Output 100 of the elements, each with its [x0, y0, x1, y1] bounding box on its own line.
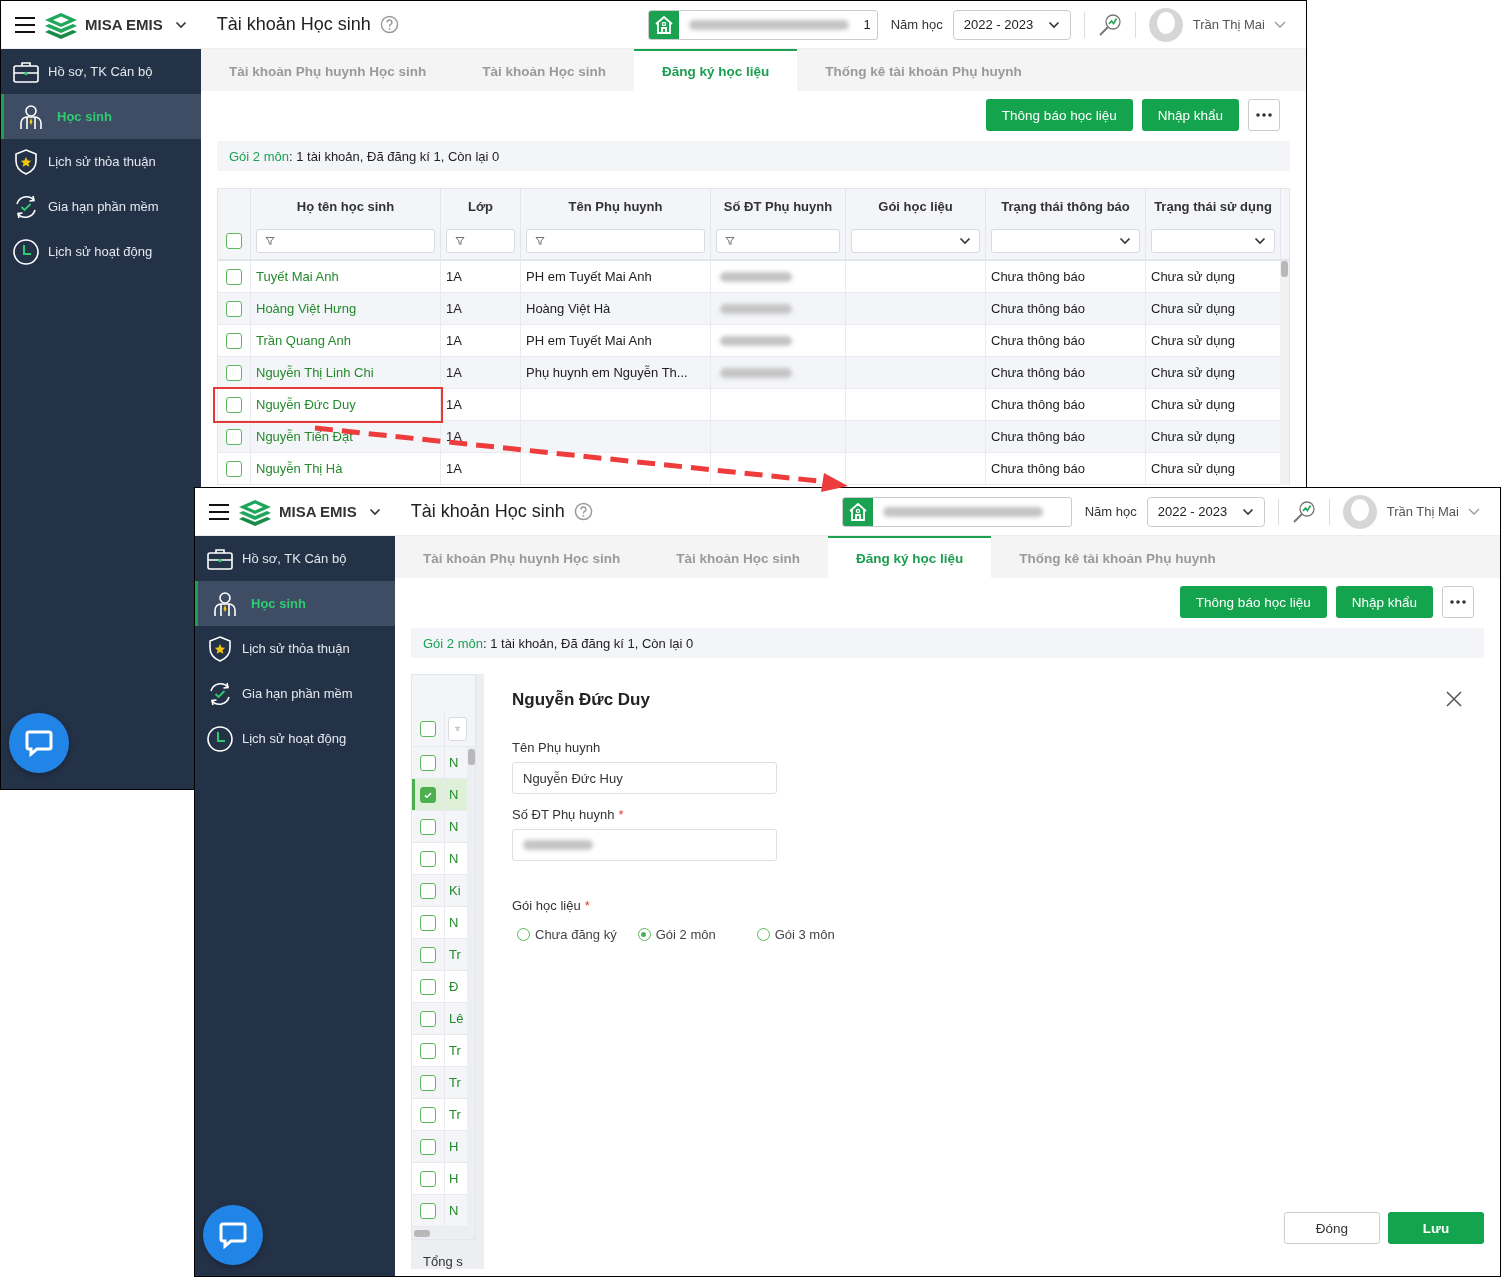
- radio-option[interactable]: Gói 2 môn: [632, 927, 716, 942]
- action-button[interactable]: Nhập khẩu: [1141, 99, 1239, 131]
- scrollbar-thumb[interactable]: [467, 749, 475, 765]
- filter-select[interactable]: [851, 229, 980, 253]
- sidebar-item[interactable]: Hồ sơ, TK Cán bộ: [1, 49, 201, 94]
- year-select[interactable]: 2022 - 2023: [1146, 496, 1265, 527]
- student-name[interactable]: Tr: [449, 1075, 461, 1090]
- student-name[interactable]: Tr: [449, 1043, 461, 1058]
- close-icon[interactable]: [1446, 691, 1462, 707]
- more-button[interactable]: [1248, 99, 1280, 131]
- menu-icon[interactable]: [209, 502, 229, 521]
- student-name[interactable]: N: [449, 819, 459, 834]
- help-icon[interactable]: [573, 502, 593, 521]
- tab[interactable]: Đăng ký học liệu: [634, 49, 798, 91]
- checkbox[interactable]: [420, 914, 436, 931]
- checkbox[interactable]: [420, 850, 436, 867]
- checkbox[interactable]: [420, 946, 436, 963]
- checkbox[interactable]: [226, 364, 242, 381]
- checkbox[interactable]: [420, 720, 436, 737]
- tab[interactable]: Thống kê tài khoản Phụ huynh: [991, 536, 1244, 578]
- student-name[interactable]: Lê: [449, 1011, 464, 1026]
- checkbox[interactable]: [226, 268, 242, 285]
- tab[interactable]: Thống kê tài khoản Phụ huynh: [797, 49, 1050, 91]
- sidebar-item[interactable]: Gia hạn phần mềm: [1, 184, 201, 229]
- student-name[interactable]: N: [449, 851, 459, 866]
- student-name[interactable]: Tuyết Mai Anh: [256, 269, 339, 284]
- checkbox[interactable]: [420, 1106, 436, 1123]
- checkbox[interactable]: [226, 460, 242, 477]
- action-button[interactable]: Nhập khẩu: [1335, 586, 1433, 618]
- more-button[interactable]: [1442, 586, 1474, 618]
- student-name[interactable]: Tr: [449, 947, 461, 962]
- checkbox[interactable]: [420, 1010, 436, 1027]
- checkbox[interactable]: [420, 1042, 436, 1059]
- input-field[interactable]: [512, 829, 777, 861]
- checkbox[interactable]: [226, 428, 242, 445]
- user-name[interactable]: Trần Thị Mai: [1192, 17, 1265, 32]
- tab[interactable]: Tài khoản Học sinh: [454, 49, 635, 91]
- student-name[interactable]: N: [449, 755, 459, 770]
- sidebar-item[interactable]: Gia hạn phần mềm: [195, 671, 395, 716]
- checkbox[interactable]: [420, 754, 436, 771]
- checkbox[interactable]: [226, 233, 242, 249]
- close-button[interactable]: Đóng: [1284, 1212, 1380, 1244]
- scrollbar[interactable]: [1280, 261, 1289, 485]
- tab[interactable]: Tài khoản Phụ huynh Học sinh: [201, 49, 455, 91]
- checkbox[interactable]: [226, 332, 242, 349]
- school-field[interactable]: [841, 496, 1072, 527]
- chat-button[interactable]: [203, 1205, 263, 1265]
- tab[interactable]: Tài khoản Học sinh: [648, 536, 829, 578]
- action-button[interactable]: Thông báo học liệu: [985, 99, 1133, 131]
- student-name[interactable]: H: [449, 1171, 459, 1186]
- checkbox[interactable]: [420, 1138, 436, 1155]
- sidebar-item[interactable]: Lịch sử hoạt động: [1, 229, 201, 274]
- filter-field[interactable]: [256, 229, 435, 253]
- checkbox[interactable]: [420, 978, 436, 995]
- checkbox[interactable]: [420, 786, 436, 803]
- scrollbar-thumb[interactable]: [1281, 261, 1288, 277]
- student-name[interactable]: Trần Quang Anh: [256, 333, 351, 348]
- filter-field[interactable]: [526, 229, 705, 253]
- input-field[interactable]: Nguyễn Đức Huy: [512, 762, 777, 794]
- student-name[interactable]: N: [449, 1203, 459, 1218]
- student-name[interactable]: Nguyễn Đức Duy: [256, 397, 356, 412]
- sidebar-item[interactable]: Học sinh: [1, 94, 201, 139]
- help-icon[interactable]: [379, 15, 399, 34]
- student-name[interactable]: N: [449, 915, 459, 930]
- magnifier-chart-icon[interactable]: [1291, 499, 1316, 524]
- save-button[interactable]: Lưu: [1388, 1212, 1484, 1244]
- student-name[interactable]: Hoàng Việt Hưng: [256, 301, 357, 316]
- sidebar-item[interactable]: Hồ sơ, TK Cán bộ: [195, 536, 395, 581]
- tab[interactable]: Tài khoản Phụ huynh Học sinh: [395, 536, 649, 578]
- checkbox[interactable]: [226, 300, 242, 317]
- checkbox[interactable]: [420, 1202, 436, 1219]
- checkbox[interactable]: [420, 1074, 436, 1091]
- sidebar-item[interactable]: Lịch sử thỏa thuận: [1, 139, 201, 184]
- school-field[interactable]: 1: [647, 9, 878, 40]
- avatar-icon[interactable]: [1342, 494, 1377, 529]
- scrollbar-thumb[interactable]: [414, 1229, 430, 1237]
- student-name[interactable]: N: [449, 787, 459, 802]
- tab[interactable]: Đăng ký học liệu: [828, 536, 992, 578]
- chevron-down-icon[interactable]: [1468, 507, 1480, 516]
- student-name[interactable]: Đ: [449, 979, 459, 994]
- sidebar-item[interactable]: Lịch sử thỏa thuận: [195, 626, 395, 671]
- chat-button[interactable]: [9, 713, 69, 773]
- student-name[interactable]: Nguyễn Thị Linh Chi: [256, 365, 374, 380]
- action-button[interactable]: Thông báo học liệu: [1179, 586, 1327, 618]
- filter-select[interactable]: [991, 229, 1140, 253]
- student-name[interactable]: Ki: [449, 883, 461, 898]
- checkbox[interactable]: [226, 396, 242, 413]
- menu-icon[interactable]: [15, 15, 35, 34]
- student-name[interactable]: Tr: [449, 1107, 461, 1122]
- checkbox[interactable]: [420, 882, 436, 899]
- chevron-down-icon[interactable]: [1274, 20, 1286, 29]
- magnifier-chart-icon[interactable]: [1097, 12, 1122, 37]
- radio-option[interactable]: Chưa đăng ký: [512, 927, 617, 942]
- sidebar-item[interactable]: Học sinh: [195, 581, 395, 626]
- year-select[interactable]: 2022 - 2023: [952, 9, 1071, 40]
- avatar-icon[interactable]: [1148, 7, 1183, 42]
- student-name[interactable]: Nguyễn Tiến Đạt: [256, 429, 353, 444]
- filter-field[interactable]: [446, 229, 515, 253]
- sidebar-item[interactable]: Lịch sử hoạt động: [195, 716, 395, 761]
- filter-field[interactable]: [448, 716, 467, 741]
